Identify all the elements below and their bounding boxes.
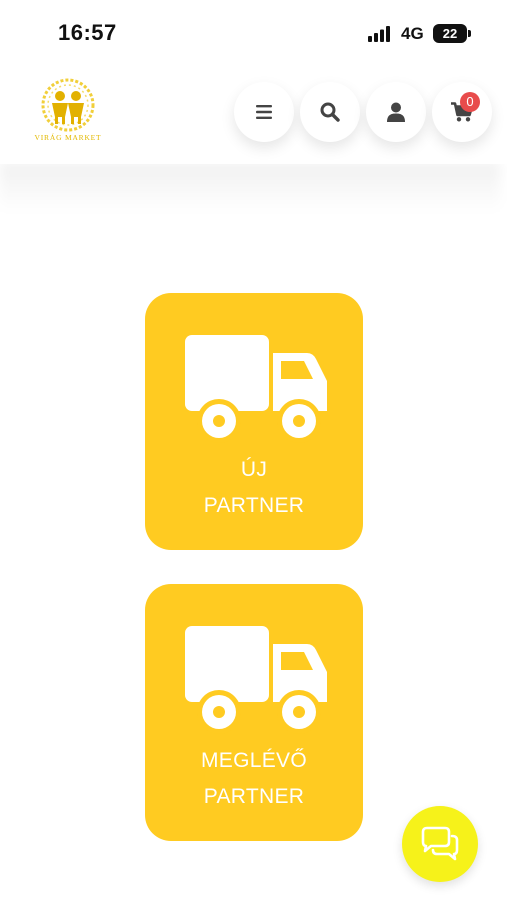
- battery-cap: [468, 30, 471, 37]
- chat-button[interactable]: [402, 806, 478, 882]
- new-partner-label-line2: PARTNER: [203, 494, 305, 517]
- truck-icon: [185, 626, 327, 734]
- signal-icon: [368, 26, 390, 42]
- page: 16:57 4G 22 VIRÁG MARKET 0 ÚJ PARTNER ME…: [0, 0, 507, 900]
- existing-partner-label-line2: PARTNER: [203, 785, 305, 808]
- status-time: 16:57: [58, 20, 117, 45]
- user-icon: [387, 102, 405, 122]
- site-header: VIRÁG MARKET 0: [0, 62, 507, 164]
- header-shadow: [0, 162, 500, 212]
- new-partner-label-line1: ÚJ: [240, 458, 268, 481]
- status-bar: 16:57 4G 22: [0, 0, 507, 62]
- new-partner-tile[interactable]: ÚJ PARTNER: [145, 293, 363, 550]
- search-icon: [320, 102, 340, 122]
- account-button[interactable]: [366, 82, 426, 142]
- battery-icon: 22: [433, 24, 471, 43]
- battery-level: 22: [433, 24, 467, 43]
- logo-text: VIRÁG MARKET: [34, 133, 102, 142]
- cart-count-badge: 0: [460, 92, 480, 112]
- search-button[interactable]: [300, 82, 360, 142]
- truck-icon: [185, 335, 327, 443]
- menu-button[interactable]: [234, 82, 294, 142]
- site-logo[interactable]: VIRÁG MARKET: [30, 77, 106, 147]
- existing-partner-label-line1: MEGLÉVŐ: [201, 749, 307, 772]
- logo-emblem-icon: [41, 78, 95, 132]
- existing-partner-tile[interactable]: MEGLÉVŐ PARTNER: [145, 584, 363, 841]
- cart-button[interactable]: 0: [432, 82, 492, 142]
- network-label: 4G: [401, 24, 424, 43]
- chat-bubbles-icon: [421, 826, 459, 861]
- menu-icon: [256, 105, 272, 119]
